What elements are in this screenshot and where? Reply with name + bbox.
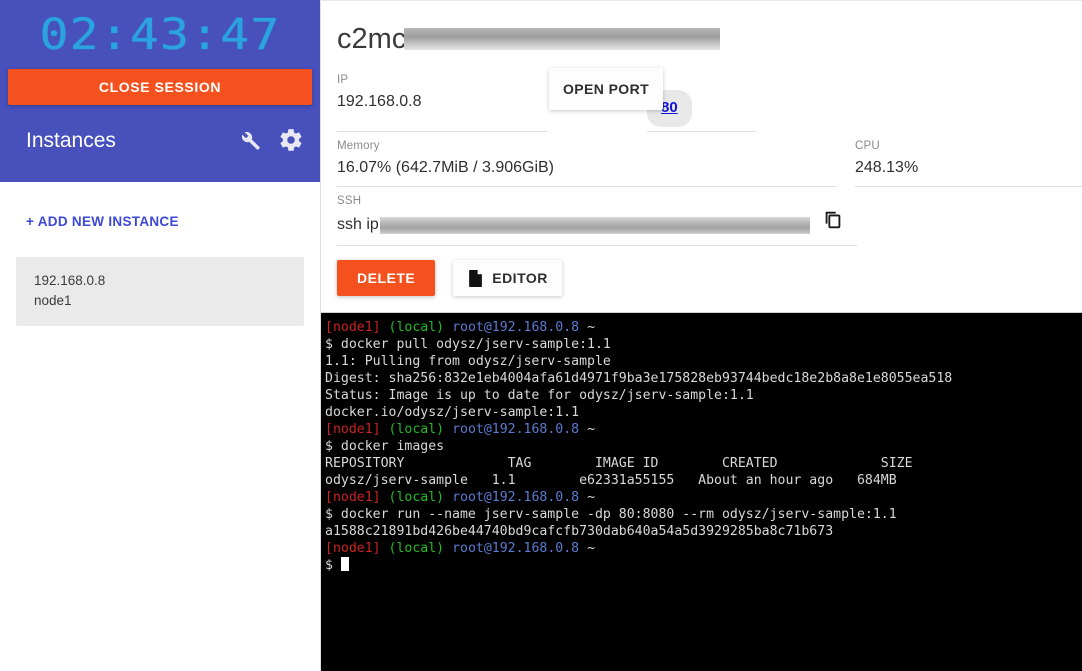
ip-value: 192.168.0.8 (337, 93, 422, 110)
prompt-host: [node1] (325, 541, 381, 556)
cpu-label: CPU (855, 140, 880, 152)
terminal-line: Status: Image is up to date for odysz/js… (325, 388, 754, 403)
detail-row-ssh: SSH ssh ip (337, 187, 1082, 246)
prompt-host: [node1] (325, 422, 381, 437)
prompt-env: (local) (388, 422, 445, 437)
session-header: c2mc (321, 1, 1082, 56)
sidebar: 02:43:47 CLOSE SESSION Instances + ADD N… (0, 0, 320, 671)
terminal-line: $ docker run --name jserv-sample -dp 80:… (325, 507, 897, 522)
session-timer: 02:43:47 (39, 10, 281, 60)
port-field: 80 (647, 66, 757, 132)
ssh-label: SSH (337, 195, 362, 207)
copy-icon[interactable] (822, 209, 844, 241)
terminal-line: REPOSITORY TAG IMAGE ID CREATED SIZE (325, 456, 913, 471)
terminal-line: [node1] (local) root@192.168.0.8 ~ (325, 421, 1082, 438)
delete-button[interactable]: DELETE (337, 260, 436, 296)
terminal-line: [node1] (local) root@192.168.0.8 ~ (325, 489, 1082, 506)
instance-ip: 192.168.0.8 (34, 273, 106, 288)
memory-label: Memory (337, 140, 380, 152)
file-icon (469, 269, 483, 287)
ssh-field: SSH ssh ip (337, 187, 857, 246)
terminal-cursor (340, 557, 349, 571)
prompt-user: root@192.168.0.8 (452, 422, 580, 437)
prompt-host: [node1] (325, 490, 381, 505)
instance-details: IP 192.168.0.8 80 OPEN PORT Memory 16.07… (321, 56, 1082, 246)
terminal-output[interactable]: [node1] (local) root@192.168.0.8 ~ $ dock… (321, 312, 1082, 671)
instances-title: Instances (26, 129, 116, 152)
prompt-host: [node1] (325, 320, 381, 335)
terminal-line: odysz/jserv-sample 1.1 e62331a55155 Abou… (325, 473, 897, 488)
prompt-user: root@192.168.0.8 (452, 541, 580, 556)
port-label (647, 72, 757, 88)
terminal-input-prompt: $ (325, 558, 341, 573)
instances-header: Instances (0, 105, 320, 155)
terminal-line: $ docker images (325, 439, 445, 454)
redacted-ssh-host (379, 216, 810, 234)
page-title: c2mc (337, 23, 407, 55)
ssh-command: ssh ip (337, 216, 379, 233)
cpu-field: CPU 248.13% (855, 132, 1082, 187)
ip-field: IP 192.168.0.8 (337, 66, 547, 132)
detail-row-ip-port: IP 192.168.0.8 80 (337, 66, 1082, 132)
terminal-line: [node1] (local) root@192.168.0.8 ~ (325, 540, 1082, 557)
gear-icon[interactable] (278, 127, 306, 155)
list-item[interactable]: 192.168.0.8 node1 (16, 257, 304, 327)
terminal-line: Digest: sha256:832e1eb4004afa61d4971f9ba… (325, 371, 953, 386)
redacted-session-id (404, 27, 721, 50)
prompt-env: (local) (388, 320, 445, 335)
cpu-value: 248.13% (855, 159, 919, 176)
prompt-user: root@192.168.0.8 (452, 490, 580, 505)
terminal-line: $ (325, 557, 1082, 574)
open-port-link[interactable]: 80 (661, 99, 678, 116)
terminal-line: 1.1: Pulling from odysz/jserv-sample (325, 354, 611, 369)
sidebar-header: 02:43:47 CLOSE SESSION Instances (0, 0, 320, 182)
prompt-cwd: ~ (587, 490, 596, 505)
terminal-line: $ docker pull odysz/jserv-sample:1.1 (325, 337, 611, 352)
prompt-user: root@192.168.0.8 (452, 320, 580, 335)
editor-button-label: EDITOR (492, 270, 548, 286)
main-panel: c2mc IP 192.168.0.8 80 OPEN PORT Memory … (320, 0, 1082, 671)
ip-label: IP (337, 74, 349, 86)
close-session-button[interactable]: CLOSE SESSION (8, 69, 312, 105)
memory-field: Memory 16.07% (642.7MiB / 3.906GiB) (337, 132, 837, 187)
editor-button[interactable]: EDITOR (453, 260, 562, 296)
play-with-docker-app: 02:43:47 CLOSE SESSION Instances + ADD N… (0, 0, 1082, 671)
action-buttons: DELETE EDITOR (321, 246, 1082, 312)
wrench-icon[interactable] (236, 127, 264, 155)
terminal-line: [node1] (local) root@192.168.0.8 ~ (325, 319, 1082, 336)
prompt-cwd: ~ (587, 541, 596, 556)
instance-name: node1 (34, 292, 72, 308)
terminal-line: a1588c21891bd426be44740bd9cafcfb730dab64… (325, 524, 834, 539)
add-new-instance-button[interactable]: + ADD NEW INSTANCE (0, 182, 179, 229)
prompt-env: (local) (388, 541, 445, 556)
terminal-line: docker.io/odysz/jserv-sample:1.1 (325, 405, 580, 420)
open-port-button[interactable]: OPEN PORT (549, 68, 664, 110)
detail-row-memory-cpu: Memory 16.07% (642.7MiB / 3.906GiB) CPU … (337, 132, 1082, 187)
memory-value: 16.07% (642.7MiB / 3.906GiB) (337, 159, 555, 176)
prompt-cwd: ~ (587, 422, 596, 437)
instance-list: 192.168.0.8 node1 (0, 231, 320, 327)
prompt-cwd: ~ (587, 320, 596, 335)
prompt-env: (local) (388, 490, 445, 505)
